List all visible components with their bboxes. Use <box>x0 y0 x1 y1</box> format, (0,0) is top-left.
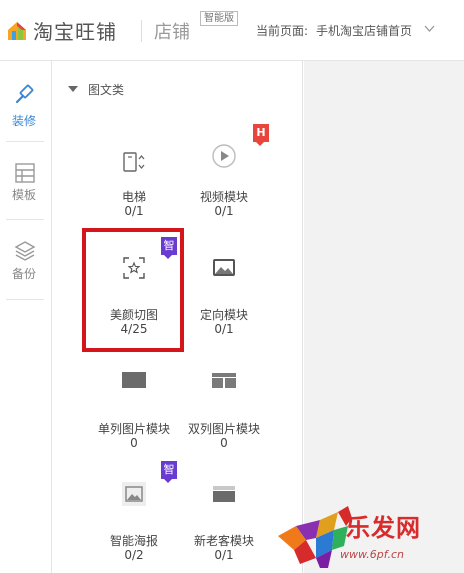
nav-divider <box>6 299 44 300</box>
module-name: 新老客模块 <box>193 534 254 548</box>
module-new-old-customer[interactable]: 新老客模块 0/1 <box>174 480 274 573</box>
nav-label-decorate: 装修 <box>11 114 36 128</box>
poster-icon <box>122 482 146 506</box>
template-icon <box>15 163 35 183</box>
watermark-title: 乐发网 <box>346 513 421 542</box>
module-name: 定向模块 <box>199 308 248 322</box>
nav-item-backup[interactable]: 备份 <box>0 233 52 313</box>
brand-title: 淘宝旺铺 <box>33 20 117 44</box>
edition-badge: 智能版 <box>200 11 238 26</box>
module-targeted[interactable]: 定向模块 0/1 <box>174 254 274 358</box>
customer-icon <box>213 486 235 502</box>
tag-h-badge: H <box>253 124 269 146</box>
image-icon <box>213 259 235 276</box>
current-page-value: 手机淘宝店铺首页 <box>316 24 413 38</box>
module-count: 0 <box>220 436 228 450</box>
chevron-down-icon[interactable] <box>424 23 435 34</box>
play-icon <box>212 144 236 168</box>
top-header: 淘宝旺铺 店铺 智能版 当前页面: 手机淘宝店铺首页 <box>0 0 464 61</box>
nav-label-template: 模板 <box>11 188 36 202</box>
module-single-image[interactable]: 单列图片模块 0 <box>84 366 184 470</box>
module-count: 0/1 <box>214 322 234 336</box>
current-page-selector[interactable]: 当前页面: 手机淘宝店铺首页 <box>256 22 412 39</box>
module-name: 双列图片模块 <box>187 422 260 436</box>
module-name: 视频模块 <box>199 190 248 204</box>
single-image-icon <box>122 372 146 388</box>
module-count: 0/1 <box>214 204 234 218</box>
brush-icon <box>15 84 34 104</box>
current-page-label: 当前页面: <box>256 24 309 38</box>
collapse-triangle-icon[interactable] <box>68 86 78 92</box>
elevator-icon <box>123 152 145 172</box>
preview-canvas[interactable] <box>304 61 464 573</box>
taobao-wangpu-logo-icon <box>8 22 26 40</box>
nav-divider <box>6 141 44 142</box>
nav-item-template[interactable]: 模板 <box>0 154 52 234</box>
nav-divider <box>6 219 44 220</box>
layers-icon <box>14 241 36 261</box>
double-image-icon <box>212 373 236 388</box>
nav-item-decorate[interactable]: 装修 <box>0 76 52 156</box>
section-title: 图文类 <box>88 83 125 97</box>
shop-label: 店铺 <box>154 22 190 43</box>
module-double-image[interactable]: 双列图片模块 0 <box>174 366 274 470</box>
left-nav: 装修 模板 备份 <box>0 61 52 573</box>
tag-smart-badge: 智 <box>161 461 177 483</box>
module-count: 0/1 <box>214 548 234 562</box>
watermark-url: www.6pf.cn <box>340 548 404 561</box>
nav-label-backup: 备份 <box>11 267 36 281</box>
header-divider <box>141 20 142 42</box>
module-video[interactable]: 视频模块 0/1 <box>174 142 274 246</box>
